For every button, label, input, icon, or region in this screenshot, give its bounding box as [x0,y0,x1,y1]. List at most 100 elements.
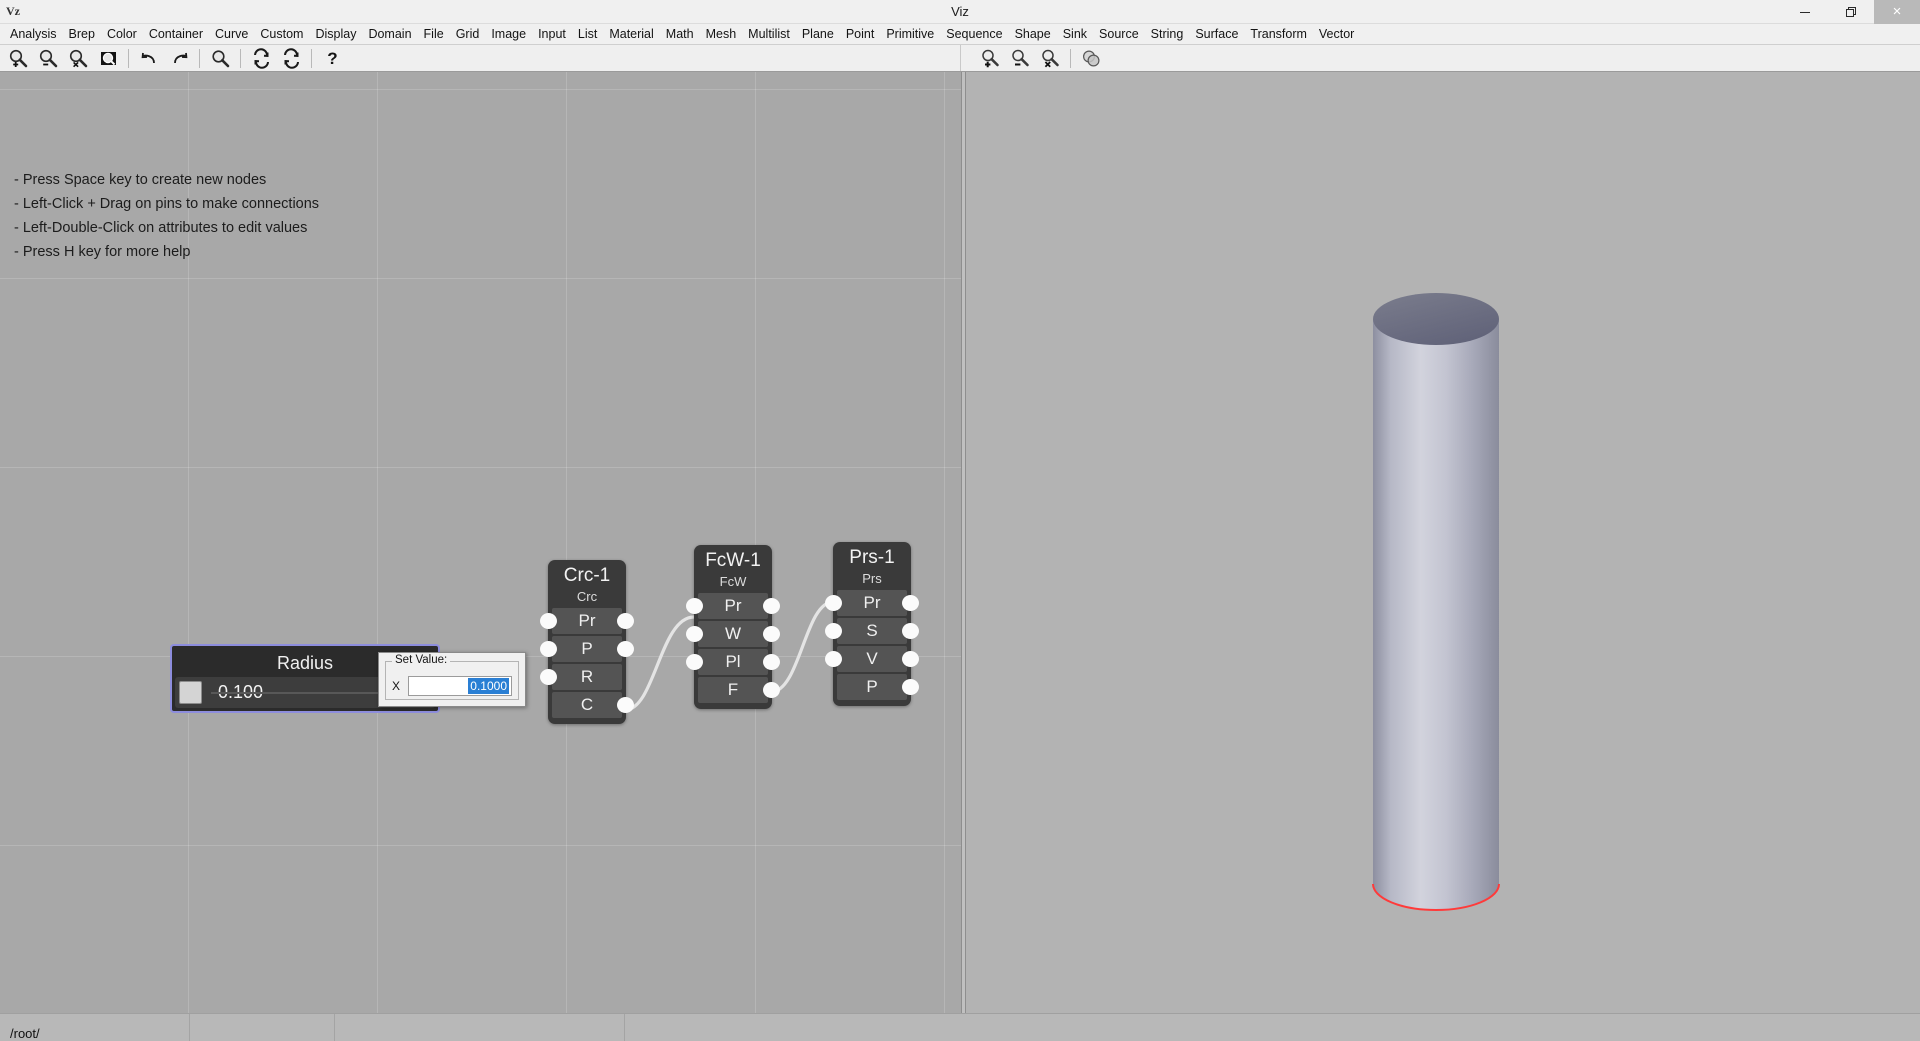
node-attr-label[interactable]: R [552,664,622,690]
menu-item-curve[interactable]: Curve [209,24,254,44]
node-attr-row[interactable]: V [837,646,907,672]
node-graph-canvas[interactable]: - Press Space key to create new nodes- L… [0,72,961,1013]
menu-item-sequence[interactable]: Sequence [940,24,1008,44]
input-pin-icon[interactable] [686,654,703,670]
menu-item-string[interactable]: String [1145,24,1190,44]
view-zoom-reset-icon[interactable] [1035,46,1065,71]
zoom-fit-icon[interactable] [93,46,123,71]
input-pin-icon[interactable] [540,641,557,657]
output-pin-icon[interactable] [763,682,780,698]
node-attr-row[interactable]: Pl [698,649,768,675]
menu-item-color[interactable]: Color [101,24,143,44]
menu-item-domain[interactable]: Domain [362,24,417,44]
menu-item-custom[interactable]: Custom [254,24,309,44]
menu-item-primitive[interactable]: Primitive [880,24,940,44]
menu-item-file[interactable]: File [418,24,450,44]
node-attr-label[interactable]: W [698,621,768,647]
view-zoom-in-icon[interactable] [975,46,1005,71]
menu-item-shape[interactable]: Shape [1009,24,1057,44]
output-pin-icon[interactable] [617,697,634,713]
output-pin-icon[interactable] [617,641,634,657]
output-pin-icon[interactable] [617,613,634,629]
menu-item-input[interactable]: Input [532,24,572,44]
node-attr-row[interactable]: P [552,636,622,662]
input-pin-icon[interactable] [540,669,557,685]
node-attr-label[interactable]: P [552,636,622,662]
set-value-dialog[interactable]: Set Value: X 0.1000 [378,652,526,707]
set-value-legend: Set Value: [392,654,450,666]
refresh-icon[interactable] [246,46,276,71]
refresh-all-icon[interactable] [276,46,306,71]
menu-item-mesh[interactable]: Mesh [700,24,743,44]
input-pin-icon[interactable] [686,626,703,642]
node-attr-label[interactable]: C [552,692,622,718]
undo-icon[interactable] [134,46,164,71]
menu-item-analysis[interactable]: Analysis [4,24,63,44]
menu-item-transform[interactable]: Transform [1244,24,1313,44]
help-icon[interactable]: ? [317,46,347,71]
output-pin-icon[interactable] [763,598,780,614]
x-value-input[interactable]: 0.1000 [408,676,512,696]
node-crc[interactable]: Crc-1CrcPrPRC [548,560,626,724]
node-attr-row[interactable]: R [552,664,622,690]
menu-item-multilist[interactable]: Multilist [742,24,796,44]
menu-item-math[interactable]: Math [660,24,700,44]
output-pin-icon[interactable] [902,679,919,695]
node-attr-row[interactable]: P [837,674,907,700]
menu-item-plane[interactable]: Plane [796,24,840,44]
node-attr-row[interactable]: F [698,677,768,703]
node-attr-row[interactable]: W [698,621,768,647]
menu-item-vector[interactable]: Vector [1313,24,1360,44]
close-button[interactable]: × [1874,0,1920,24]
input-pin-icon[interactable] [825,623,842,639]
menu-item-display[interactable]: Display [309,24,362,44]
zoom-reset-icon[interactable] [63,46,93,71]
redo-icon[interactable] [164,46,194,71]
node-attr-row[interactable]: Pr [552,608,622,634]
output-pin-icon[interactable] [902,651,919,667]
node-attr-label[interactable]: V [837,646,907,672]
input-pin-icon[interactable] [825,595,842,611]
node-attr-label[interactable]: P [837,674,907,700]
node-attr-label[interactable]: S [837,618,907,644]
search-icon[interactable] [205,46,235,71]
zoom-in-icon[interactable] [3,46,33,71]
status-bar: /root/ [0,1013,1920,1041]
menu-item-grid[interactable]: Grid [450,24,486,44]
node-attr-label[interactable]: F [698,677,768,703]
menu-item-list[interactable]: List [572,24,603,44]
maximize-button[interactable] [1828,0,1874,24]
output-pin-icon[interactable] [763,626,780,642]
node-attr-label[interactable]: Pr [837,590,907,616]
menu-item-material[interactable]: Material [603,24,659,44]
node-attr-row[interactable]: Pr [698,593,768,619]
view-zoom-out-icon[interactable] [1005,46,1035,71]
output-pin-icon[interactable] [763,654,780,670]
menu-item-container[interactable]: Container [143,24,209,44]
viewport-3d[interactable]: Z X Y [966,72,1920,1013]
x-value-text: 0.1000 [468,678,509,694]
slider-handle[interactable] [179,681,202,704]
minimize-button[interactable] [1782,0,1828,24]
input-pin-icon[interactable] [825,651,842,667]
input-pin-icon[interactable] [540,613,557,629]
output-pin-icon[interactable] [902,623,919,639]
menu-item-point[interactable]: Point [840,24,881,44]
menu-item-sink[interactable]: Sink [1057,24,1093,44]
node-attr-row[interactable]: Pr [837,590,907,616]
output-pin-icon[interactable] [902,595,919,611]
menu-item-image[interactable]: Image [485,24,532,44]
menu-item-brep[interactable]: Brep [63,24,101,44]
node-attr-label[interactable]: Pr [698,593,768,619]
node-attr-label[interactable]: Pl [698,649,768,675]
menu-item-surface[interactable]: Surface [1189,24,1244,44]
node-prs[interactable]: Prs-1PrsPrSVP [833,542,911,706]
node-attr-row[interactable]: C [552,692,622,718]
input-pin-icon[interactable] [686,598,703,614]
zoom-out-icon[interactable] [33,46,63,71]
node-attr-label[interactable]: Pr [552,608,622,634]
shading-icon[interactable] [1076,46,1106,71]
node-attr-row[interactable]: S [837,618,907,644]
menu-item-source[interactable]: Source [1093,24,1145,44]
node-fcw[interactable]: FcW-1FcWPrWPlF [694,545,772,709]
